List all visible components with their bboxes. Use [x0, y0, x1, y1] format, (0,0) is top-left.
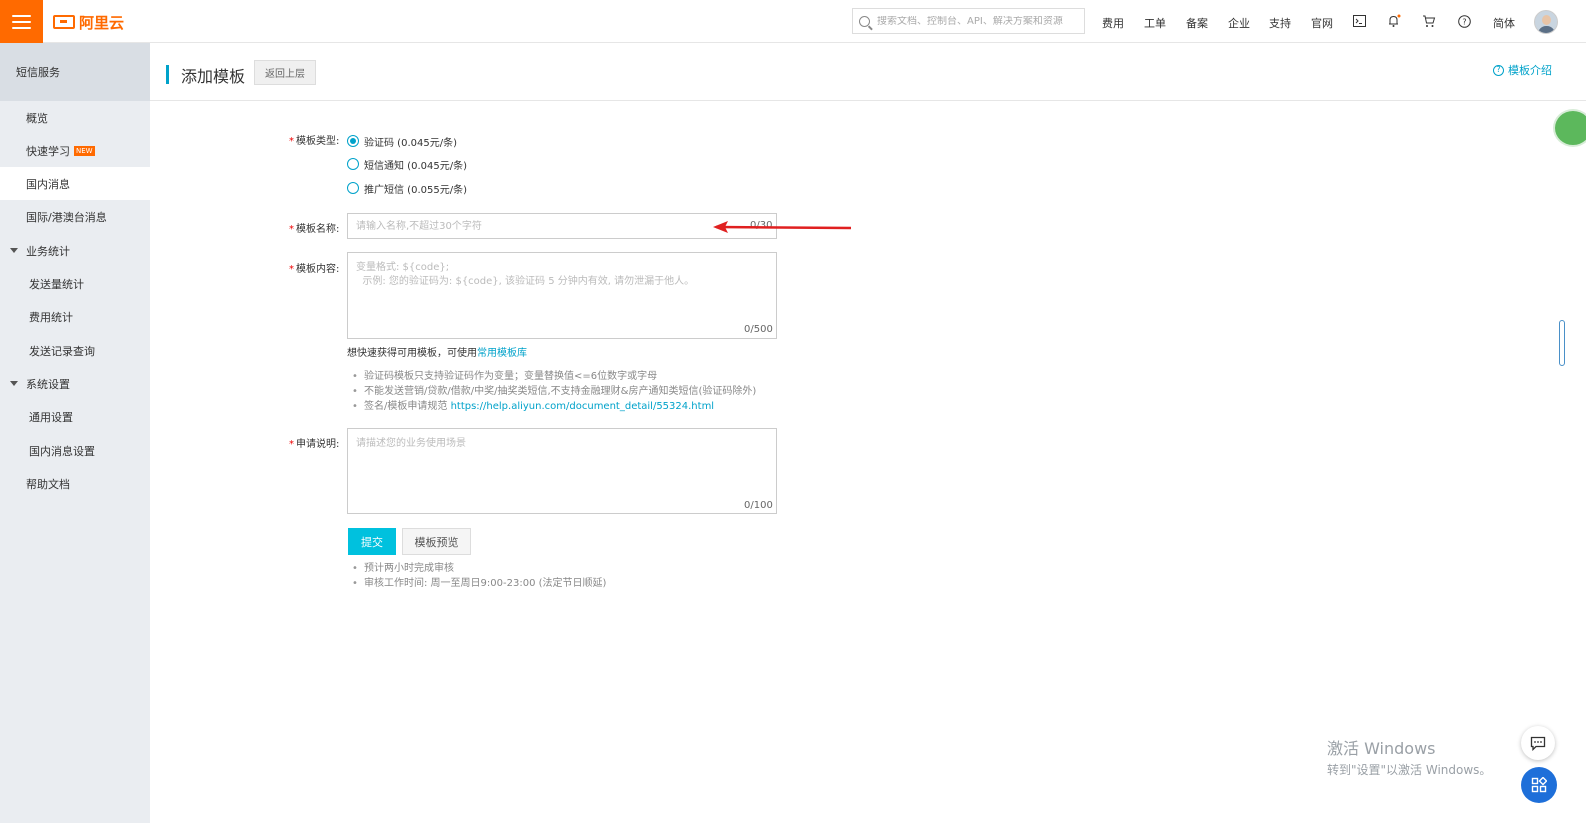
sidebar-item-label: 国内消息设置	[29, 444, 95, 458]
tip-item: 验证码模板只支持验证码作为变量；变量替换值<=6位数字或字母	[352, 369, 756, 384]
question-circle-icon: ?	[1493, 64, 1504, 76]
terminal-icon[interactable]	[1352, 14, 1366, 28]
floating-assistant-icon[interactable]	[1553, 109, 1586, 147]
nav-icp[interactable]: 备案	[1186, 15, 1208, 31]
scrollbar-thumb[interactable]	[1559, 320, 1565, 366]
page-header: 添加模板 返回上层 ? 模板介绍	[150, 43, 1586, 101]
reason-label: * 申请说明:	[289, 439, 340, 450]
page-title: 添加模板	[181, 67, 246, 86]
sidebar-item-label: 发送记录查询	[29, 344, 95, 358]
nav-support[interactable]: 支持	[1269, 15, 1291, 31]
radio-unchecked-icon	[347, 158, 359, 170]
sidebar-item-label: 国际/港澳台消息	[26, 210, 107, 224]
nav-tickets[interactable]: 工单	[1144, 15, 1166, 31]
radio-checked-icon	[347, 135, 359, 147]
submit-button[interactable]: 提交	[348, 528, 396, 555]
radio-promotion[interactable]: 推广短信 (0.055元/条)	[347, 180, 467, 196]
template-library-link[interactable]: 常用模板库	[477, 348, 527, 359]
caret-down-icon	[10, 248, 18, 253]
new-badge: NEW	[74, 145, 95, 156]
nav-fees[interactable]: 费用	[1102, 15, 1124, 31]
help-circle-icon[interactable]: ?	[1457, 14, 1471, 28]
aliyun-logo[interactable]: 阿里云	[53, 12, 124, 32]
sidebar-group-settings[interactable]: 系统设置	[0, 367, 150, 400]
radio-label: 验证码 (0.045元/条)	[364, 137, 457, 149]
radio-verification-code[interactable]: 验证码 (0.045元/条)	[347, 133, 457, 149]
sidebar-item-label: 概览	[26, 111, 48, 125]
sidebar-item-label: 帮助文档	[26, 477, 70, 491]
reason-char-counter: 0/100	[744, 500, 773, 511]
apps-grid-icon[interactable]	[1521, 767, 1557, 803]
search-input[interactable]	[877, 15, 1077, 27]
sidebar-item-domestic-settings[interactable]: 国内消息设置	[0, 434, 150, 467]
bell-icon[interactable]	[1387, 14, 1401, 28]
brand-name: 阿里云	[79, 13, 125, 32]
caret-down-icon	[10, 381, 18, 386]
template-content-label: * 模板内容:	[289, 264, 340, 275]
template-intro-label: 模板介绍	[1508, 64, 1552, 77]
back-button[interactable]: 返回上层	[254, 60, 316, 85]
radio-label: 推广短信 (0.055元/条)	[364, 184, 467, 196]
sidebar-item-send-volume[interactable]: 发送量统计	[0, 267, 150, 300]
template-preview-button[interactable]: 模板预览	[402, 528, 471, 555]
watermark-line1: 激活 Windows	[1327, 739, 1436, 758]
sidebar-item-label: 快速学习	[26, 144, 70, 158]
review-note: 审核工作时间: 周一至周日9:00-23:00 (法定节日顺延)	[352, 576, 606, 591]
search-icon	[859, 15, 870, 27]
sidebar-item-international-messages[interactable]: 国际/港澳台消息	[0, 200, 150, 233]
sidebar-item-overview[interactable]: 概览	[0, 101, 150, 134]
content-char-counter: 0/500	[744, 324, 773, 335]
title-accent-bar	[166, 65, 169, 84]
template-intro-link[interactable]: ? 模板介绍	[1493, 62, 1552, 78]
sidebar-item-label: 发送量统计	[29, 277, 84, 291]
tip-item: 不能发送营销/贷款/借款/中奖/抽奖类短信,不支持金融理财&房产通知类短信(验证…	[352, 384, 756, 399]
sidebar-item-fee-stats[interactable]: 费用统计	[0, 300, 150, 333]
template-name-label: * 模板名称:	[289, 224, 340, 235]
template-tips-list: 验证码模板只支持验证码作为变量；变量替换值<=6位数字或字母 不能发送营销/贷款…	[352, 369, 756, 414]
sidebar-item-send-records[interactable]: 发送记录查询	[0, 334, 150, 367]
cart-icon[interactable]	[1422, 14, 1436, 28]
sidebar-item-label: 费用统计	[29, 310, 73, 324]
watermark-line2: 转到"设置"以激活 Windows。	[1327, 763, 1492, 777]
chat-icon[interactable]	[1521, 726, 1555, 760]
sidebar-group-statistics[interactable]: 业务统计	[0, 234, 150, 267]
red-annotation-arrow	[713, 221, 852, 233]
template-content-textarea[interactable]	[347, 252, 777, 339]
sidebar-item-domestic-messages[interactable]: 国内消息	[0, 167, 150, 200]
review-note: 预计两小时完成审核	[352, 561, 606, 576]
radio-label: 短信通知 (0.045元/条)	[364, 160, 467, 172]
spec-doc-link[interactable]: https://help.aliyun.com/document_detail/…	[451, 401, 715, 412]
sidebar-item-label: 系统设置	[26, 377, 70, 391]
template-library-hint: 想快速获得可用模板，可使用常用模板库	[347, 348, 527, 359]
windows-activation-watermark: 激活 Windows 转到"设置"以激活 Windows。	[1327, 735, 1491, 778]
language-switch[interactable]: 简体	[1493, 15, 1515, 31]
radio-unchecked-icon	[347, 182, 359, 194]
nav-official-site[interactable]: 官网	[1311, 15, 1333, 31]
review-notes-list: 预计两小时完成审核 审核工作时间: 周一至周日9:00-23:00 (法定节日顺…	[352, 561, 606, 591]
tip-item: 签名/模板申请规范 https://help.aliyun.com/docume…	[352, 399, 756, 414]
sidebar-item-label: 通用设置	[29, 410, 73, 424]
sidebar-item-label: 业务统计	[26, 244, 70, 258]
svg-text:?: ?	[1462, 17, 1466, 26]
sidebar-item-label: 国内消息	[26, 177, 70, 191]
global-search[interactable]	[852, 8, 1085, 34]
hamburger-menu-icon[interactable]	[0, 0, 43, 43]
sidebar-header: 短信服务	[0, 43, 150, 101]
user-avatar[interactable]	[1534, 10, 1558, 34]
top-navbar: 阿里云 费用 工单 备案 企业 支持 官网 ? 简体	[0, 0, 1586, 43]
sidebar-item-quick-learn[interactable]: 快速学习 NEW	[0, 134, 150, 167]
nav-enterprise[interactable]: 企业	[1228, 15, 1250, 31]
sidebar-item-general-settings[interactable]: 通用设置	[0, 400, 150, 433]
radio-notification[interactable]: 短信通知 (0.045元/条)	[347, 156, 467, 172]
sidebar: 短信服务 概览 快速学习 NEW 国内消息 国际/港澳台消息 业务统计 发送量统计…	[0, 43, 150, 823]
template-type-label: * 模板类型:	[289, 136, 340, 147]
sidebar-item-help-docs[interactable]: 帮助文档	[0, 467, 150, 500]
reason-textarea[interactable]	[347, 428, 777, 514]
aliyun-logo-mark-icon	[53, 15, 75, 29]
